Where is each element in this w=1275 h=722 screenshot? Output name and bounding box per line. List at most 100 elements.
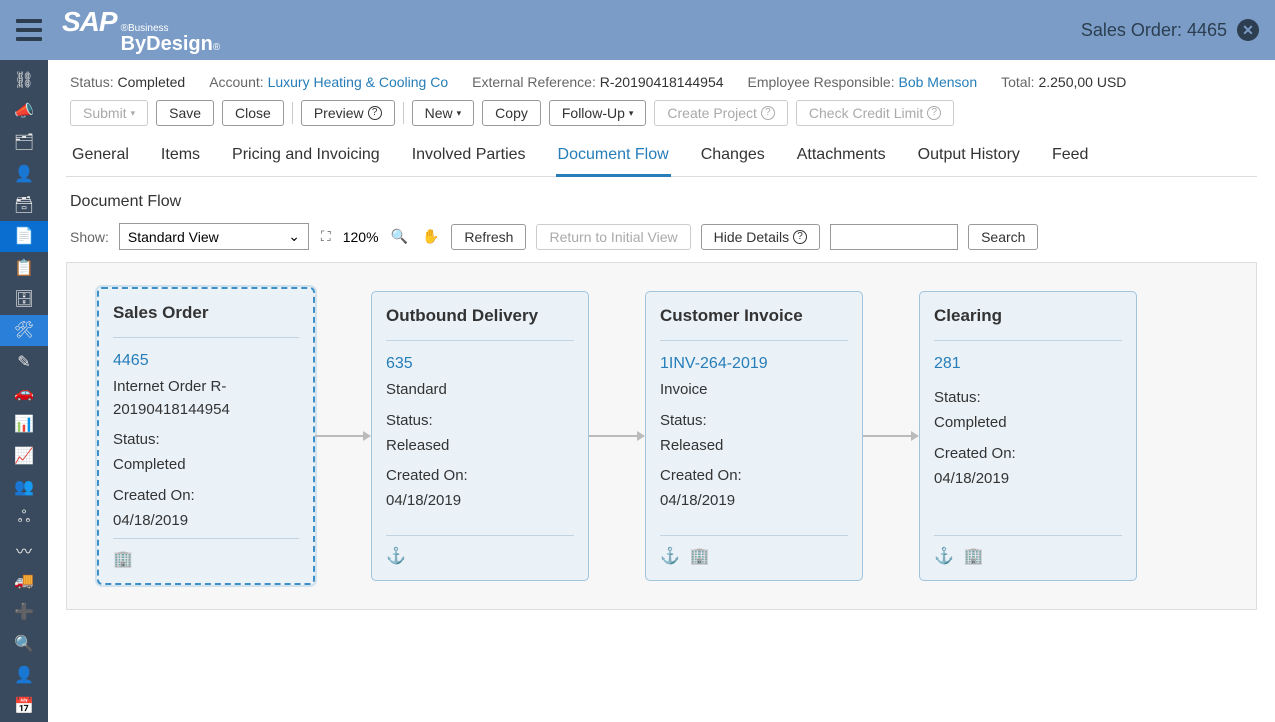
card-status-label: Status: xyxy=(934,389,1122,406)
flow-arrow xyxy=(863,435,919,437)
sidebar-icon-18[interactable]: ➕ xyxy=(0,597,48,628)
sidebar-icon-15[interactable]: ஃ xyxy=(0,503,48,534)
flow-card-invoice[interactable]: Customer Invoice 1INV-264-2019 Invoice S… xyxy=(645,291,863,581)
extref-value: R-20190418144954 xyxy=(600,74,724,90)
total-label: Total: xyxy=(1001,74,1034,90)
zoom-in-icon[interactable]: 🔍 xyxy=(389,228,410,245)
help-icon: ? xyxy=(761,106,775,120)
hamburger-menu-icon[interactable] xyxy=(16,19,42,41)
help-icon: ? xyxy=(927,106,941,120)
card-id-link[interactable]: 281 xyxy=(934,355,1122,373)
card-status-label: Status: xyxy=(386,412,574,429)
sidebar-icon-21[interactable]: 📅 xyxy=(0,691,48,722)
sidebar-icon-13[interactable]: 📈 xyxy=(0,440,48,471)
building-icon[interactable]: 🏢 xyxy=(113,549,133,569)
sidebar-icon-7[interactable]: 📋 xyxy=(0,252,48,283)
pan-icon[interactable]: ✋ xyxy=(420,228,441,245)
card-desc: Standard xyxy=(386,379,574,402)
tab-bar: General Items Pricing and Invoicing Invo… xyxy=(66,140,1257,177)
sidebar-icon-12[interactable]: 📊 xyxy=(0,409,48,440)
tab-output[interactable]: Output History xyxy=(916,140,1022,176)
close-icon[interactable]: ✕ xyxy=(1237,19,1259,41)
create-project-button: Create Project ? xyxy=(654,100,787,126)
save-button[interactable]: Save xyxy=(156,100,214,126)
sidebar-icon-2[interactable]: 📣 xyxy=(0,95,48,126)
sidebar-icon-14[interactable]: 👥 xyxy=(0,471,48,502)
submit-button: Submit▾ xyxy=(70,100,148,126)
sidebar-nav: ⛓ 📣 🗂 👤 🗃 📄 📋 🗄 🛠 ✎ 🚗 📊 📈 👥 ஃ 〰 🚚 ➕ 🔍 👤 … xyxy=(0,60,48,722)
building-icon[interactable]: 🏢 xyxy=(690,546,710,566)
tab-attachments[interactable]: Attachments xyxy=(795,140,888,176)
anchor-icon[interactable]: ⚓ xyxy=(660,546,680,566)
search-button[interactable]: Search xyxy=(968,224,1038,250)
page-title: Sales Order: 4465 xyxy=(1081,20,1227,41)
tab-general[interactable]: General xyxy=(70,140,131,176)
sidebar-icon-11[interactable]: 🚗 xyxy=(0,377,48,408)
card-title: Clearing xyxy=(934,306,1122,341)
flow-canvas: Sales Order 4465 Internet Order R-201904… xyxy=(66,262,1257,610)
tab-feed[interactable]: Feed xyxy=(1050,140,1090,176)
card-title: Customer Invoice xyxy=(660,306,848,341)
sidebar-icon-17[interactable]: 🚚 xyxy=(0,565,48,596)
app-header: SAP ®Business ByDesign® Sales Order: 446… xyxy=(0,0,1275,60)
tab-pricing[interactable]: Pricing and Invoicing xyxy=(230,140,382,176)
section-title: Document Flow xyxy=(66,177,1257,223)
card-id-link[interactable]: 4465 xyxy=(113,352,299,370)
action-toolbar: Submit▾ Save Close Preview ? New▾ Copy F… xyxy=(66,100,1257,140)
card-created-label: Created On: xyxy=(113,487,299,504)
card-status: Released xyxy=(660,435,848,458)
card-id-link[interactable]: 635 xyxy=(386,355,574,373)
card-created: 04/18/2019 xyxy=(113,510,299,533)
sidebar-icon-10[interactable]: ✎ xyxy=(0,346,48,377)
sidebar-icon-20[interactable]: 👤 xyxy=(0,659,48,690)
sidebar-icon-19[interactable]: 🔍 xyxy=(0,628,48,659)
account-label: Account: xyxy=(209,74,263,90)
sidebar-icon-active[interactable]: 📄 xyxy=(0,221,48,252)
card-status: Completed xyxy=(934,412,1122,435)
search-input[interactable] xyxy=(830,224,958,250)
card-status: Released xyxy=(386,435,574,458)
anchor-icon[interactable]: ⚓ xyxy=(934,546,954,566)
tab-changes[interactable]: Changes xyxy=(699,140,767,176)
card-title: Sales Order xyxy=(113,303,299,338)
toolbar-separator xyxy=(292,102,293,124)
sidebar-icon-5[interactable]: 🗃 xyxy=(0,189,48,220)
flow-card-sales-order[interactable]: Sales Order 4465 Internet Order R-201904… xyxy=(97,287,315,585)
empresp-label: Employee Responsible: xyxy=(748,74,895,90)
tab-docflow[interactable]: Document Flow xyxy=(556,140,671,177)
check-credit-button: Check Credit Limit ? xyxy=(796,100,954,126)
flow-card-clearing[interactable]: Clearing 281 Status: Completed Created O… xyxy=(919,291,1137,581)
sidebar-icon-4[interactable]: 👤 xyxy=(0,158,48,189)
refresh-button[interactable]: Refresh xyxy=(451,224,526,250)
zoom-value: 120% xyxy=(343,229,379,245)
tab-parties[interactable]: Involved Parties xyxy=(410,140,528,176)
sidebar-icon-8[interactable]: 🗄 xyxy=(0,283,48,314)
fit-icon[interactable]: ⛶ xyxy=(319,228,333,245)
chevron-down-icon: ⌄ xyxy=(288,228,300,245)
building-icon[interactable]: 🏢 xyxy=(964,546,984,566)
toolbar-separator xyxy=(403,102,404,124)
sidebar-icon-16[interactable]: 〰 xyxy=(0,534,48,565)
anchor-icon[interactable]: ⚓ xyxy=(386,546,406,566)
followup-button[interactable]: Follow-Up▾ xyxy=(549,100,647,126)
card-created-label: Created On: xyxy=(660,467,848,484)
info-bar: Status: Completed Account: Luxury Heatin… xyxy=(66,60,1257,100)
close-button[interactable]: Close xyxy=(222,100,284,126)
total-value: 2.250,00 USD xyxy=(1038,74,1126,90)
new-button[interactable]: New▾ xyxy=(412,100,475,126)
hide-details-button[interactable]: Hide Details ? xyxy=(701,224,820,250)
view-select[interactable]: Standard View ⌄ xyxy=(119,223,309,250)
card-id-link[interactable]: 1INV-264-2019 xyxy=(660,355,848,373)
account-link[interactable]: Luxury Heating & Cooling Co xyxy=(268,74,449,90)
empresp-link[interactable]: Bob Menson xyxy=(899,74,978,90)
copy-button[interactable]: Copy xyxy=(482,100,541,126)
sidebar-icon-1[interactable]: ⛓ xyxy=(0,64,48,95)
sidebar-icon-3[interactable]: 🗂 xyxy=(0,127,48,158)
tab-items[interactable]: Items xyxy=(159,140,202,176)
sidebar-icon-9[interactable]: 🛠 xyxy=(0,315,48,346)
card-desc: Invoice xyxy=(660,379,848,402)
flow-card-delivery[interactable]: Outbound Delivery 635 Standard Status: R… xyxy=(371,291,589,581)
card-status: Completed xyxy=(113,454,299,477)
preview-button[interactable]: Preview ? xyxy=(301,100,395,126)
card-created: 04/18/2019 xyxy=(386,490,574,513)
